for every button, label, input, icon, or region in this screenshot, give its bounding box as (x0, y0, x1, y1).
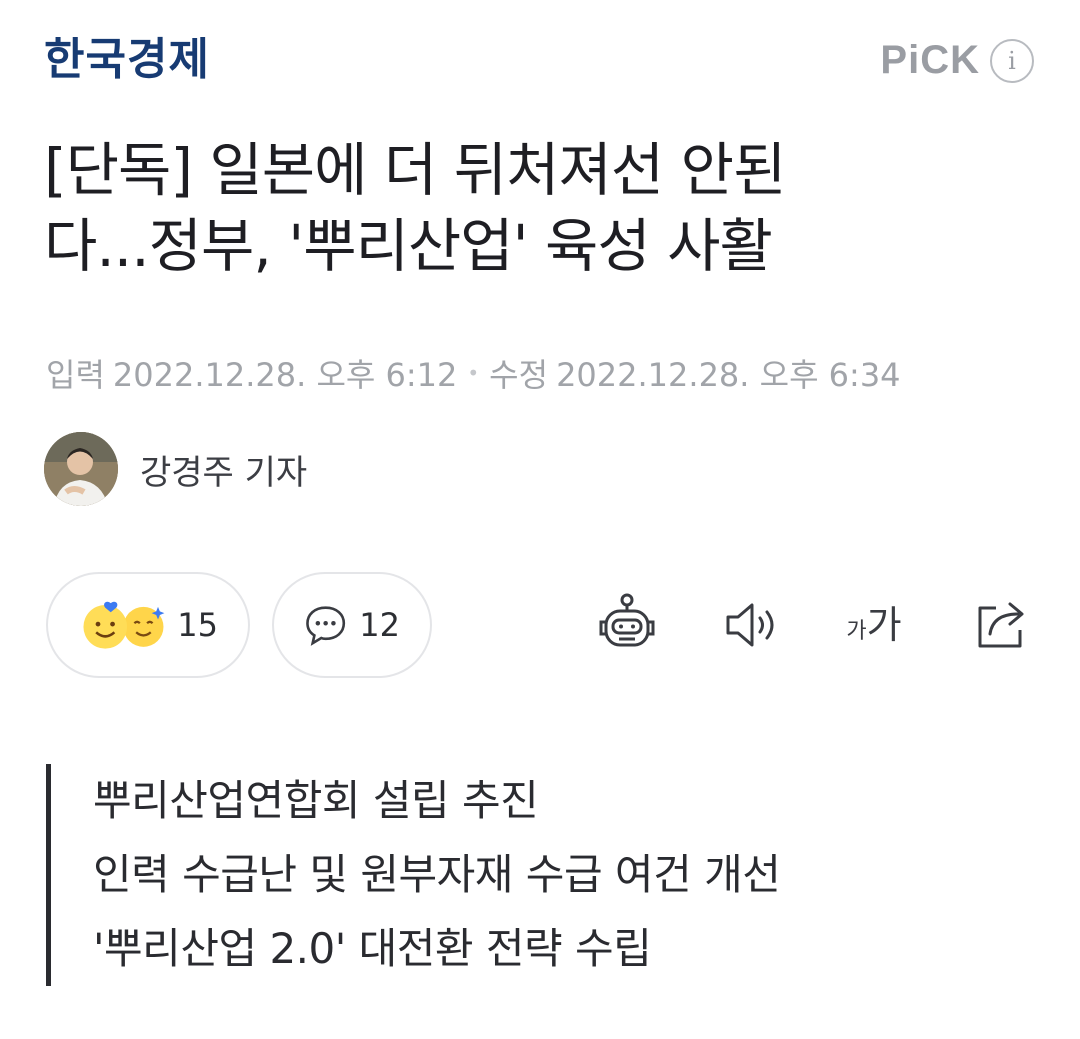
font-size-large-label: 가 (866, 603, 902, 647)
tts-button[interactable] (714, 588, 788, 662)
article-headline: [단독] 일본에 더 뒤처져선 안된 다...정부, '뿌리산업' 육성 사활 (44, 132, 1034, 284)
author-info[interactable]: 강경주 기자 (44, 432, 307, 506)
summary-line: 뿌리산업연합회 설립 추진 (93, 776, 539, 825)
pick-badge[interactable]: PiCK i (880, 38, 1034, 83)
modified-label: 수정 (489, 356, 549, 394)
font-size-button[interactable]: 가 가 (832, 588, 916, 662)
speaker-icon (726, 603, 774, 647)
font-size-icon: 가 가 (846, 603, 901, 647)
article-page: 한국경제 PiCK i [단독] 일본에 더 뒤처져선 안된 다...정부, '… (0, 0, 1080, 1039)
reaction-button[interactable]: 15 (46, 572, 250, 678)
robot-summary-icon (599, 593, 655, 647)
published-date: 2022.12.28. 오후 6:12 (112, 356, 458, 394)
headline-line-1: [단독] 일본에 더 뒤처져선 안된 (44, 136, 786, 204)
summary-bot-button[interactable] (590, 588, 664, 662)
summary-line: '뿌리산업 2.0' 대전환 전략 수립 (93, 924, 652, 973)
published-label: 입력 (46, 356, 105, 394)
font-size-small-label: 가 (846, 619, 867, 644)
reaction-count: 15 (177, 606, 218, 644)
press-logo[interactable]: 한국경제 (44, 30, 210, 90)
modified-date: 2022.12.28. 오후 6:34 (556, 356, 901, 394)
headline-line-2: 다...정부, '뿌리산업' 육성 사활 (44, 212, 773, 280)
reaction-emoji-icon (83, 601, 165, 649)
comment-icon (306, 606, 346, 646)
author-avatar[interactable] (44, 432, 118, 506)
share-icon (978, 602, 1024, 648)
author-name[interactable]: 강경주 기자 (140, 445, 307, 494)
article-summary: 뿌리산업연합회 설립 추진 인력 수급난 및 원부자재 수급 여건 개선 '뿌리… (46, 764, 781, 986)
comment-button[interactable]: 12 (272, 572, 432, 678)
pick-label: PiCK (880, 38, 980, 82)
share-button[interactable] (964, 588, 1038, 662)
info-icon[interactable]: i (990, 38, 1034, 83)
date-separator: • (467, 361, 480, 385)
article-dates: 입력 2022.12.28. 오후 6:12 • 수정 2022.12.28. … (46, 350, 901, 396)
summary-line: 인력 수급난 및 원부자재 수급 여건 개선 (93, 850, 781, 899)
comment-count: 12 (359, 606, 400, 644)
